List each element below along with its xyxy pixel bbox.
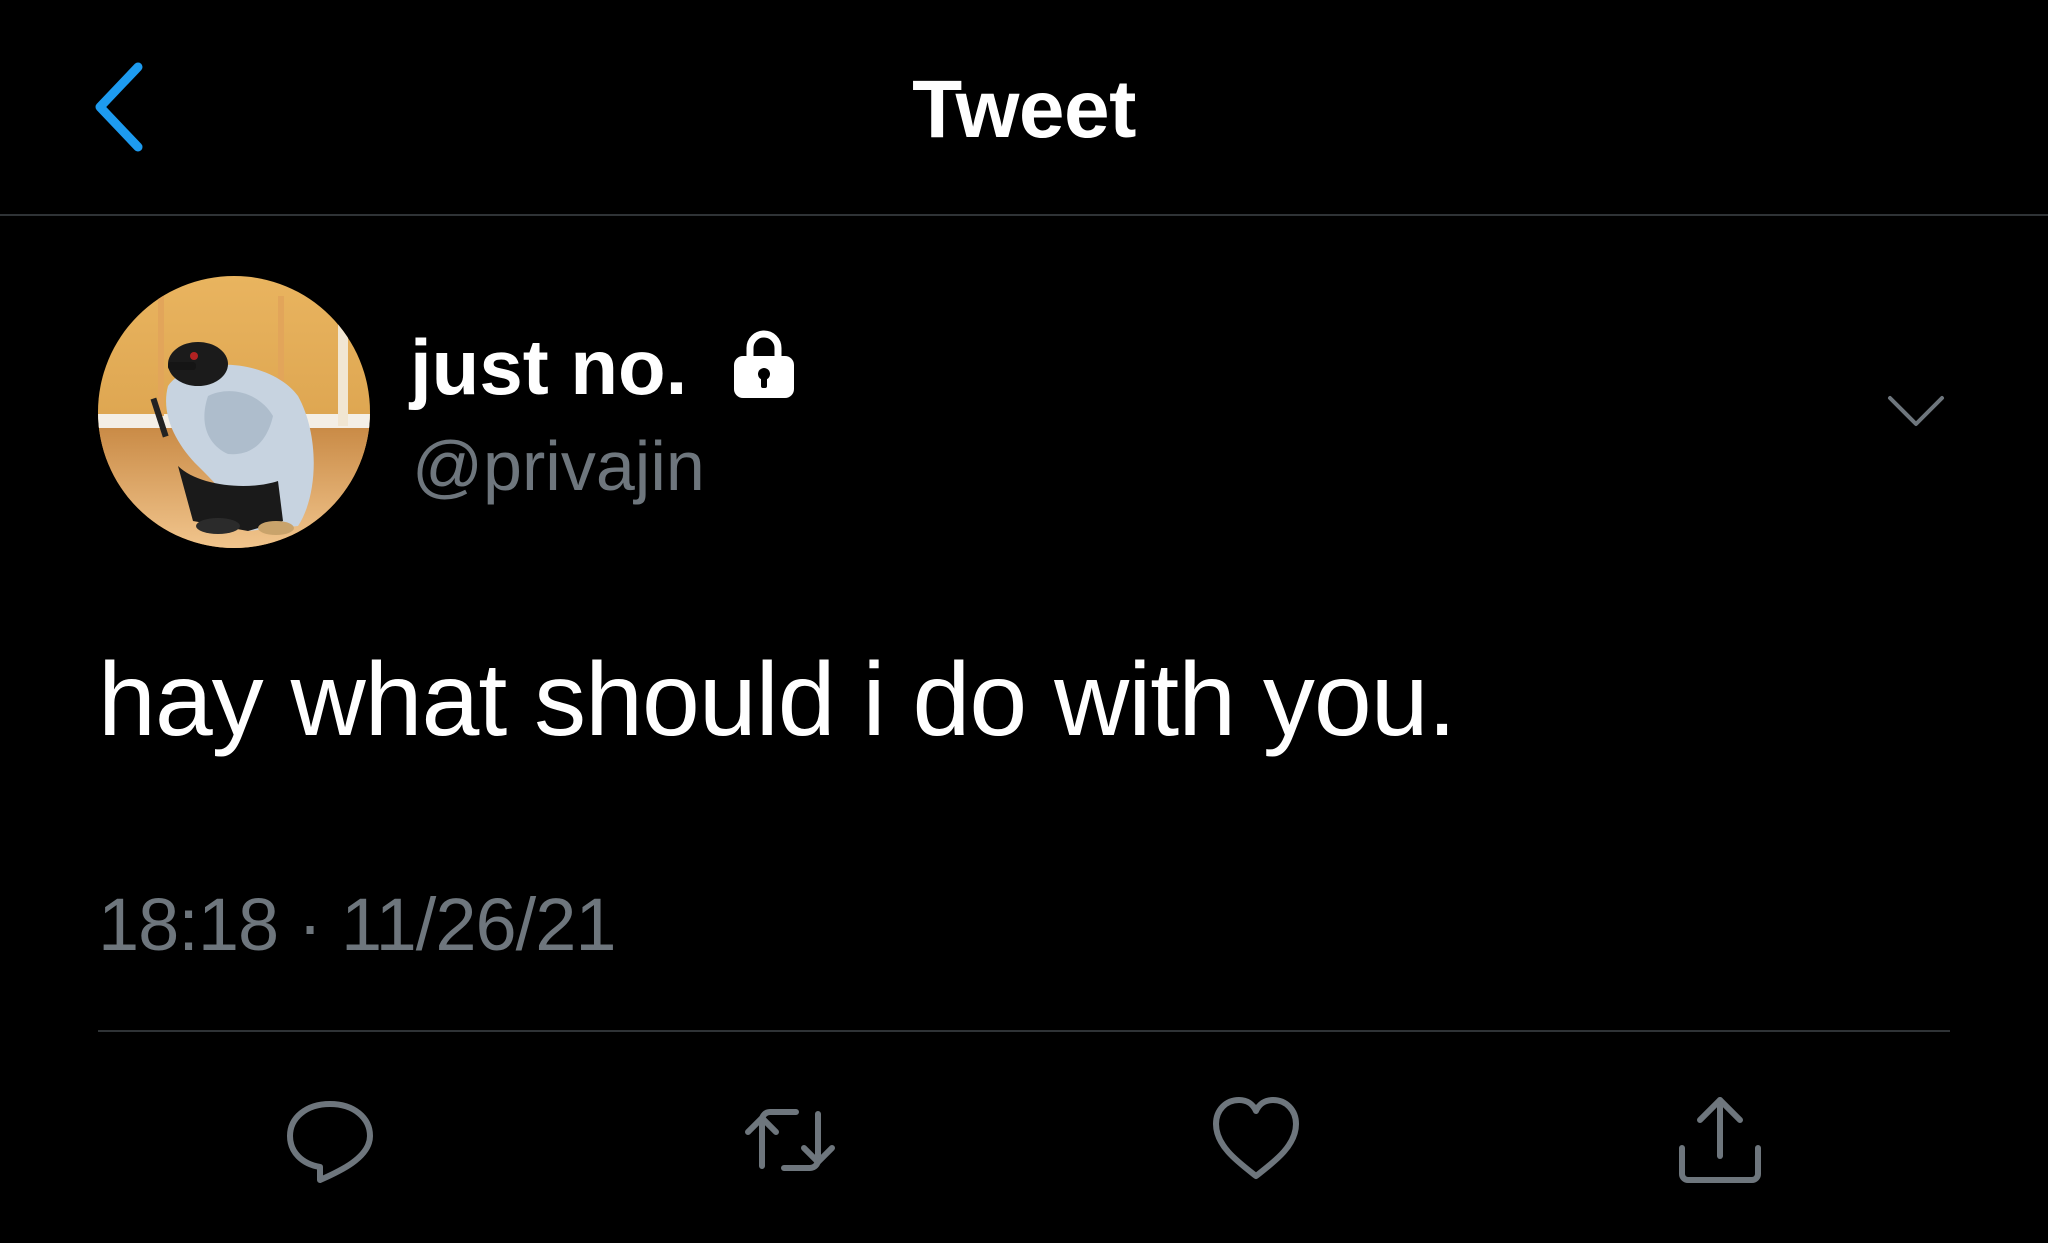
page-title: Tweet — [912, 64, 1136, 155]
tweet-timestamp[interactable]: 18:18 · 11/26/21 — [98, 880, 617, 970]
reply-icon — [287, 1101, 373, 1183]
chevron-down-icon — [1888, 396, 1944, 426]
reply-button[interactable] — [280, 1090, 380, 1190]
retweet-button[interactable] — [740, 1090, 840, 1190]
display-name[interactable]: just no. — [410, 322, 687, 412]
avatar[interactable] — [98, 276, 370, 548]
share-icon — [1679, 1097, 1761, 1183]
like-icon — [1213, 1097, 1299, 1179]
divider — [98, 1030, 1950, 1032]
like-button[interactable] — [1206, 1090, 1306, 1190]
retweet-icon — [745, 1109, 835, 1171]
share-button[interactable] — [1670, 1090, 1770, 1190]
more-options-button[interactable] — [1880, 382, 1952, 442]
tweet-text: hay what should i do with you. — [98, 642, 1456, 758]
lock-icon — [734, 330, 794, 398]
avatar-photo — [98, 276, 370, 548]
user-handle[interactable]: @privajin — [412, 424, 705, 508]
top-bar: Tweet — [0, 0, 2048, 216]
